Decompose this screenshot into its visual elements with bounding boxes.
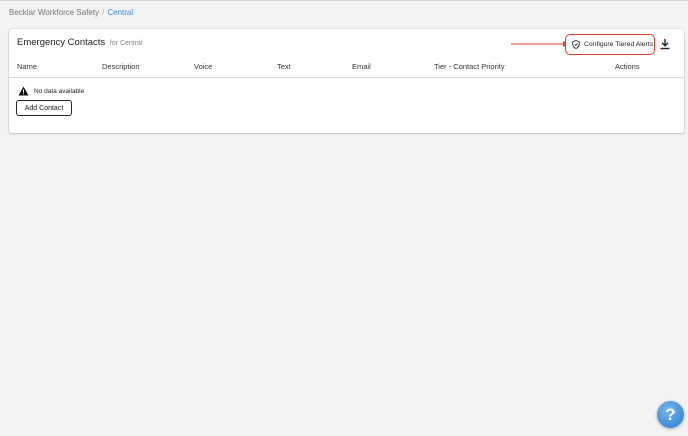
table-header: Name Description Voice Text Email Tier -… [9,59,684,78]
warning-icon [18,86,29,96]
breadcrumb-separator: / [102,8,105,17]
column-header-description[interactable]: Description [102,62,140,71]
shield-icon [572,40,580,49]
card-subtitle: for Central [109,40,143,47]
download-icon[interactable] [659,38,671,50]
add-contact-button[interactable]: Add Contact [16,100,72,116]
top-divider [0,0,688,1]
card-title-text: Emergency Contacts [17,37,106,48]
column-header-name[interactable]: Name [17,62,37,71]
breadcrumb: Becklar Workforce Safety / Central [9,8,133,17]
column-header-voice[interactable]: Voice [194,62,212,71]
column-header-text[interactable]: Text [277,62,291,71]
column-header-actions: Actions [615,62,640,71]
column-header-email[interactable]: Email [352,62,371,71]
configure-tiered-alerts-label: Configure Tiered Alerts [584,41,654,48]
emergency-contacts-card: Emergency Contacts for Central Configure… [9,29,684,133]
card-title: Emergency Contacts for Central [17,37,143,48]
help-icon: ? [665,404,676,424]
empty-state: No data available [18,86,84,96]
empty-state-message: No data available [34,87,85,95]
breadcrumb-parent[interactable]: Becklar Workforce Safety [9,8,99,17]
help-button[interactable]: ? [657,401,684,428]
configure-tiered-alerts-button[interactable]: Configure Tiered Alerts [565,34,655,55]
column-header-tier-priority[interactable]: Tier - Contact Priority [434,62,505,71]
annotation-arrow [511,41,569,47]
breadcrumb-current[interactable]: Central [107,8,133,17]
